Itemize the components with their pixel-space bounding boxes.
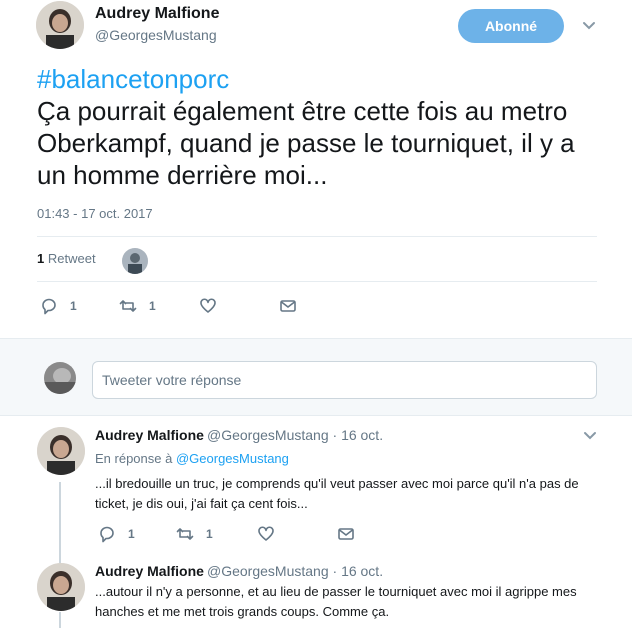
reply-action[interactable]: 1: [98, 525, 135, 543]
meta-separator: ·: [332, 563, 338, 579]
in-reply-to: En réponse à @GeorgesMustang: [95, 451, 289, 466]
reply-author-handle[interactable]: @GeorgesMustang: [207, 427, 329, 443]
envelope-icon: [338, 528, 354, 540]
retweet-icon: [176, 528, 194, 540]
retweet-count-action: 1: [206, 527, 213, 541]
dm-action[interactable]: [279, 297, 297, 315]
thread-connector: [59, 612, 61, 628]
author-handle[interactable]: @GeorgesMustang: [95, 27, 217, 43]
reply-author-avatar[interactable]: [37, 563, 85, 611]
dm-action[interactable]: [337, 525, 355, 543]
retweet-count-action: 1: [149, 299, 156, 313]
avatar-photo: [36, 1, 84, 49]
in-reply-handle-link[interactable]: @GeorgesMustang: [176, 451, 289, 466]
reply-author-name[interactable]: Audrey Malfione: [95, 563, 204, 579]
like-action[interactable]: [199, 297, 217, 315]
tweet-text: #balancetonporc Ça pourrait également êt…: [37, 63, 597, 191]
follow-button[interactable]: Abonné: [458, 9, 564, 43]
heart-icon: [258, 526, 274, 541]
divider: [37, 236, 597, 237]
heart-icon: [200, 298, 216, 313]
reply-icon: [100, 526, 114, 543]
reply-icon: [42, 298, 56, 315]
retweet-icon: [119, 300, 137, 312]
retweet-stats[interactable]: 1 Retweet: [37, 251, 96, 266]
reply-text: ...autour il n'y a personne, et au lieu …: [95, 584, 577, 619]
retweet-label: Retweet: [47, 251, 96, 266]
reply-count: 1: [128, 527, 135, 541]
author-avatar[interactable]: [36, 1, 84, 49]
reply-date[interactable]: 16 oct.: [341, 427, 383, 443]
reply-author-name[interactable]: Audrey Malfione: [95, 427, 204, 443]
retweeter-avatar[interactable]: [122, 248, 148, 274]
retweet-action[interactable]: 1: [176, 525, 213, 543]
divider: [37, 281, 597, 282]
tweet-timestamp[interactable]: 01:43 - 17 oct. 2017: [37, 206, 153, 221]
in-reply-prefix: En réponse à: [95, 451, 173, 466]
envelope-icon: [280, 300, 296, 312]
reply-text: ...il bredouille un truc, je comprends q…: [95, 476, 579, 511]
author-name[interactable]: Audrey Malfione: [95, 5, 219, 23]
retweet-count: 1: [37, 251, 45, 266]
reply-author-avatar[interactable]: [37, 427, 85, 475]
reply-date[interactable]: 16 oct.: [341, 563, 383, 579]
current-user-avatar: [44, 362, 76, 394]
reply-meta: @GeorgesMustang · 16 oct.: [207, 563, 383, 579]
chevron-down-icon[interactable]: [582, 21, 596, 31]
reply-input[interactable]: Tweeter votre réponse: [92, 361, 597, 399]
reply-author-handle[interactable]: @GeorgesMustang: [207, 563, 329, 579]
meta-separator: ·: [332, 427, 338, 443]
like-action[interactable]: [257, 525, 275, 543]
reply-action[interactable]: 1: [40, 297, 77, 315]
main-tweet: Audrey Malfione @GeorgesMustang Abonné #…: [0, 0, 632, 338]
hashtag-link[interactable]: #balancetonporc: [37, 63, 597, 95]
chevron-down-icon[interactable]: [583, 431, 597, 441]
reply-count: 1: [70, 299, 77, 313]
thread-connector: [59, 482, 61, 564]
reply-meta: @GeorgesMustang · 16 oct.: [207, 427, 383, 443]
retweet-action[interactable]: 1: [119, 297, 156, 315]
tweet-body: Ça pourrait également être cette fois au…: [37, 96, 575, 190]
